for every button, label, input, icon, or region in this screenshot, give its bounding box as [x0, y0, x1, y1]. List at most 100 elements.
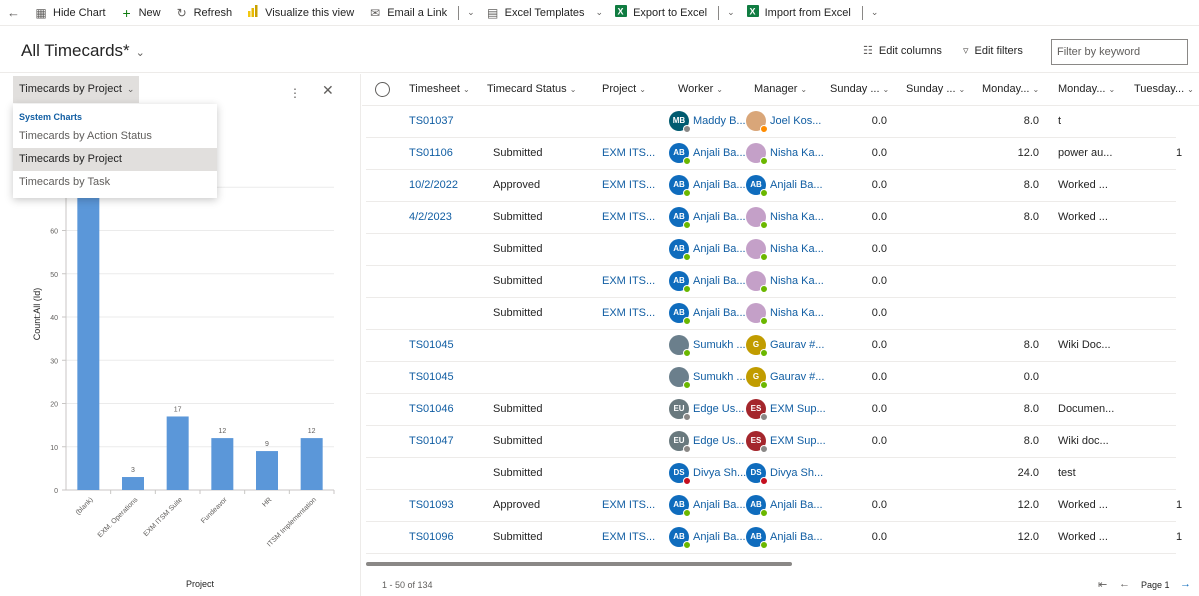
column-header[interactable]: Sunday ... ⌄ [906, 83, 965, 95]
column-header[interactable]: Project ⌄ [602, 83, 646, 95]
timesheet-link[interactable]: 4/2/2023 [409, 211, 452, 223]
presence-icon [683, 125, 691, 133]
manager-link[interactable]: Nisha Ka... [770, 307, 824, 319]
refresh-button[interactable]: ↻ Refresh [168, 0, 240, 26]
more-options-icon[interactable]: ⋮ [289, 86, 301, 100]
column-header[interactable]: Sunday ... ⌄ [830, 83, 889, 95]
worker-link[interactable]: Anjali Ba... [693, 211, 746, 223]
worker-link[interactable]: Anjali Ba... [693, 147, 746, 159]
table-row[interactable]: TS01106 Submitted EXM ITS... AB Anjali Ba...… [366, 138, 1182, 170]
export-chevron-down-icon[interactable]: ⌄ [723, 7, 739, 18]
worker-link[interactable]: Anjali Ba... [693, 243, 746, 255]
project-link[interactable]: EXM ITS... [602, 147, 655, 159]
close-icon[interactable]: ✕ [322, 82, 334, 99]
project-link[interactable]: EXM ITS... [602, 307, 655, 319]
email-link-button[interactable]: ✉ Email a Link [361, 0, 454, 26]
project-link[interactable]: EXM ITS... [602, 275, 655, 287]
timesheet-link[interactable]: TS01037 [409, 115, 454, 127]
project-link[interactable]: EXM ITS... [602, 211, 655, 223]
column-header[interactable]: Tuesday... ⌄ [1134, 83, 1194, 95]
excel-templates-button[interactable]: ▤ Excel Templates [479, 0, 592, 26]
table-row[interactable]: TS01045 Sumukh ... G Gaurav #... 0.0 0.0 [366, 362, 1176, 394]
table-row[interactable]: Submitted EXM ITS... AB Anjali Ba... Nisha K… [366, 266, 1176, 298]
table-row[interactable]: TS01045 Sumukh ... G Gaurav #... 0.0 8.0 Wiki … [366, 330, 1176, 362]
manager-link[interactable]: Nisha Ka... [770, 275, 824, 287]
worker-link[interactable]: Sumukh ... [693, 339, 746, 351]
timesheet-link[interactable]: TS01096 [409, 531, 454, 543]
worker-link[interactable]: Anjali Ba... [693, 499, 746, 511]
worker-link[interactable]: Edge Us... [693, 403, 744, 415]
manager-link[interactable]: Nisha Ka... [770, 243, 824, 255]
column-header[interactable]: Monday... ⌄ [1058, 83, 1115, 95]
table-row[interactable]: TS01037 MB Maddy B... Joel Kos... 0.0 8.0 t [366, 106, 1176, 138]
next-page-icon[interactable]: → [1180, 578, 1191, 590]
email-chevron-down-icon[interactable]: ⌄ [463, 7, 479, 18]
visualize-button[interactable]: Visualize this view [239, 0, 361, 26]
filter-input[interactable]: Filter by keyword [1051, 39, 1188, 65]
edit-columns-button[interactable]: ☷ Edit columns [863, 44, 942, 58]
manager-link[interactable]: Joel Kos... [770, 115, 821, 127]
timesheet-link[interactable]: TS01093 [409, 499, 454, 511]
manager-link[interactable]: Anjali Ba... [770, 531, 823, 543]
timesheet-link[interactable]: TS01045 [409, 339, 454, 351]
manager-link[interactable]: EXM Sup... [770, 435, 826, 447]
column-header[interactable]: Monday... ⌄ [982, 83, 1039, 95]
manager-link[interactable]: EXM Sup... [770, 403, 826, 415]
worker-link[interactable]: Maddy B... [693, 115, 746, 127]
table-row[interactable]: TS01046 Submitted EU Edge Us... ES EXM Sup...… [366, 394, 1176, 426]
timesheet-link[interactable]: TS01106 [409, 147, 453, 159]
worker-link[interactable]: Sumukh ... [693, 371, 746, 383]
manager-link[interactable]: Anjali Ba... [770, 179, 823, 191]
manager-link[interactable]: Anjali Ba... [770, 499, 823, 511]
worker-link[interactable]: Edge Us... [693, 435, 744, 447]
hide-chart-button[interactable]: ▦ Hide Chart [27, 0, 113, 26]
manager-link[interactable]: Nisha Ka... [770, 211, 824, 223]
column-header[interactable]: Worker ⌄ [678, 83, 723, 95]
table-row[interactable]: Submitted EXM ITS... AB Anjali Ba... Nisha K… [366, 298, 1176, 330]
edit-filters-label: Edit filters [974, 44, 1023, 57]
timesheet-link[interactable]: 10/2/2022 [409, 179, 458, 191]
worker-link[interactable]: Divya Sh... [693, 467, 746, 479]
select-all-radio[interactable] [375, 82, 390, 97]
worker-link[interactable]: Anjali Ba... [693, 179, 746, 191]
project-link[interactable]: EXM ITS... [602, 499, 655, 511]
import-chevron-down-icon[interactable]: ⌄ [867, 7, 883, 18]
table-row[interactable]: TS01093 Approved EXM ITS... AB Anjali Ba... A… [366, 490, 1182, 522]
menu-item-action-status[interactable]: Timecards by Action Status [13, 125, 217, 148]
column-header[interactable]: Timesheet ⌄ [409, 83, 470, 95]
table-row[interactable]: Submitted AB Anjali Ba... Nisha Ka... 0.0 [366, 234, 1176, 266]
table-row[interactable]: TS01096 Submitted EXM ITS... AB Anjali Ba...… [366, 522, 1182, 554]
chart-selector[interactable]: Timecards by Project ⌄ [13, 76, 139, 103]
table-row[interactable]: 10/2/2022 Approved EXM ITS... AB Anjali Ba..… [366, 170, 1176, 202]
column-header[interactable]: Timecard Status ⌄ [487, 83, 576, 95]
first-page-icon[interactable]: ⇤ [1098, 578, 1107, 591]
edit-filters-button[interactable]: ▿ Edit filters [963, 44, 1023, 58]
previous-page-icon[interactable]: ← [1119, 578, 1130, 590]
back-button[interactable]: ← [0, 0, 27, 26]
menu-item-project[interactable]: Timecards by Project [13, 148, 217, 171]
manager-link[interactable]: Divya Sh... [770, 467, 823, 479]
manager-link[interactable]: Gaurav #... [770, 339, 824, 351]
worker-link[interactable]: Anjali Ba... [693, 307, 746, 319]
timesheet-link[interactable]: TS01045 [409, 371, 454, 383]
worker-link[interactable]: Anjali Ba... [693, 275, 746, 287]
manager-link[interactable]: Gaurav #... [770, 371, 824, 383]
timesheet-link[interactable]: TS01047 [409, 435, 454, 447]
export-excel-button[interactable]: X Export to Excel [607, 0, 714, 26]
horizontal-scrollbar[interactable] [366, 562, 792, 566]
project-link[interactable]: EXM ITS... [602, 179, 655, 191]
menu-item-task[interactable]: Timecards by Task [13, 171, 217, 194]
import-excel-button[interactable]: X Import from Excel [739, 0, 858, 26]
table-row[interactable]: 4/2/2023 Submitted EXM ITS... AB Anjali Ba..… [366, 202, 1176, 234]
column-header[interactable]: Manager ⌄ [754, 83, 807, 95]
worker-link[interactable]: Anjali Ba... [693, 531, 746, 543]
table-row[interactable]: Submitted DS Divya Sh... DS Divya Sh... 24.0 t… [366, 458, 1176, 490]
table-row[interactable]: TS01047 Submitted EU Edge Us... ES EXM Sup...… [366, 426, 1176, 458]
excel-templates-label: Excel Templates [504, 6, 585, 19]
view-selector[interactable]: All Timecards* ⌄ [21, 41, 145, 61]
new-button[interactable]: + New [113, 0, 168, 26]
templates-chevron-down-icon[interactable]: ⌄ [592, 7, 608, 18]
timesheet-link[interactable]: TS01046 [409, 403, 454, 415]
manager-link[interactable]: Nisha Ka... [770, 147, 824, 159]
project-link[interactable]: EXM ITS... [602, 531, 655, 543]
